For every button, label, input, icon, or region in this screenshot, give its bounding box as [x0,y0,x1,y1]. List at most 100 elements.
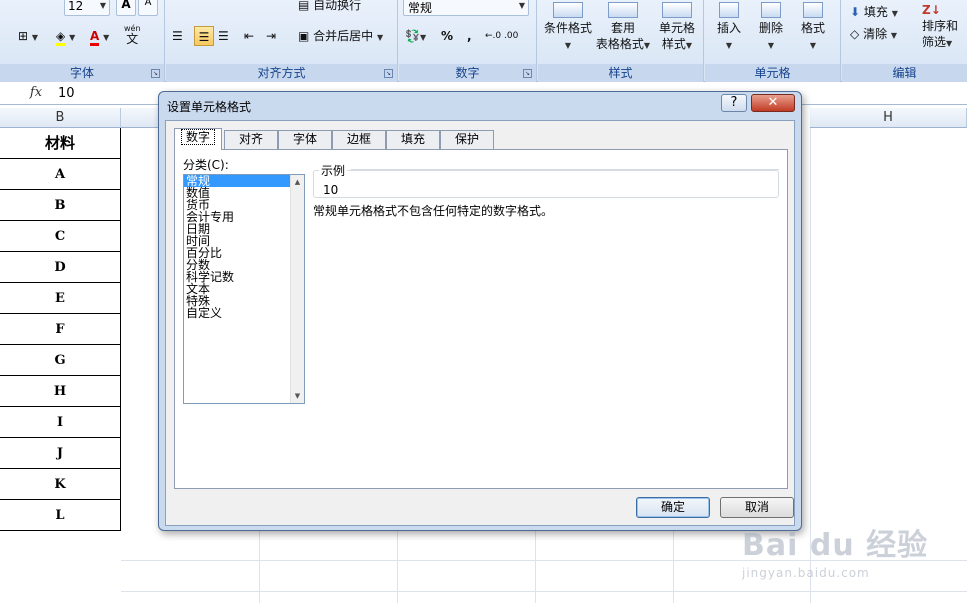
chevron-down-icon: ▼ [809,41,817,50]
tab-border[interactable]: 边框 [332,130,386,149]
table-format-button[interactable]: 套用 表格格式▼ [594,2,652,54]
close-button[interactable]: ✕ [751,94,795,112]
clear-button[interactable]: ◇ 清除 ▼ [850,24,897,44]
align-center-icon: ☰ [198,30,210,44]
insert-button[interactable]: 插入 ▼ [709,2,749,54]
number-group-label: 数字 [399,64,536,82]
cancel-button[interactable]: 取消 [720,497,794,518]
alignment-group-label: 对齐方式 [166,64,397,82]
percent-button[interactable]: % [441,26,453,46]
fill-button[interactable]: ⬇ 填充 ▼ [850,2,898,22]
help-button[interactable]: ? [721,94,747,112]
gridline [121,591,967,592]
chevron-down-icon: ▼ [419,33,427,42]
table-row[interactable]: G [0,345,121,376]
number-format-value: 常规 [408,1,433,15]
cell-style-icon [662,2,692,18]
indent-increase-icon: ⇥ [266,29,277,43]
chevron-down-icon: ▼ [31,33,39,42]
fill-color-button[interactable]: ◈ ▼ [56,26,75,46]
category-label: 分类(C): [183,158,229,172]
table-row[interactable]: B [0,190,121,221]
chevron-down-icon: ▼ [643,41,651,50]
table-row[interactable]: F [0,314,121,345]
decrease-indent-button[interactable]: ⇤ [244,26,254,46]
table-row[interactable]: H [0,376,121,407]
eraser-icon: ◇ [850,27,860,41]
delete-button[interactable]: 删除 ▼ [751,2,791,54]
table-row[interactable]: C [0,221,121,252]
increase-indent-button[interactable]: ⇥ [266,26,276,46]
chevron-down-icon: ▼ [103,33,110,42]
category-scrollbar[interactable]: ▲ ▼ [290,175,304,403]
font-group-label: 字体 [0,64,164,82]
dialog-launcher-icon[interactable]: ↘ [523,69,532,78]
tab-protection[interactable]: 保护 [440,130,494,149]
number-group: 常规 ▼ 💱▼ % , ←.0 .00 数字 ↘ [399,0,537,82]
ok-button[interactable]: 确定 [636,497,710,518]
tab-font[interactable]: 字体 [278,130,332,149]
phonetic-char: 文 [126,32,139,46]
increase-decimal-button[interactable]: ←.0 .00 [485,26,518,46]
wrap-text-icon: ▤ [298,0,310,12]
accounting-format-button[interactable]: 💱▼ [405,26,426,46]
format-description: 常规单元格格式不包含任何特定的数字格式。 [313,204,554,218]
table-row[interactable]: A [0,159,121,190]
delete-cells-icon [761,2,781,18]
scroll-up-icon[interactable]: ▲ [291,175,304,189]
border-button[interactable]: ⊞ ▼ [18,26,38,46]
cell-style-button[interactable]: 单元格 样式▼ [652,2,702,54]
list-item[interactable]: 自定义 [184,307,304,319]
column-header-h[interactable]: H [810,108,967,128]
header-cell[interactable]: 材料 [0,128,121,159]
editing-group: ⬇ 填充 ▼ ◇ 清除 ▼ Z↓ 排序和 筛选▼ 编辑 [842,0,967,82]
sample-divider [351,169,779,170]
font-size-value: 12 [68,0,84,13]
chevron-down-icon: ▼ [69,33,76,42]
number-format-select[interactable]: 常规 ▼ [403,0,529,16]
table-row[interactable]: D [0,252,121,283]
chevron-down-icon: ▼ [946,39,953,48]
dialog-launcher-icon[interactable]: ↘ [384,69,393,78]
category-items: 常规 数值 货币 会计专用 日期 时间 百分比 分数 科学记数 文本 特殊 自定义 [184,175,304,319]
table-row[interactable]: J [0,438,121,469]
table-row[interactable]: K [0,469,121,500]
font-size-select[interactable]: 12 ▼ [64,0,110,16]
tab-alignment[interactable]: 对齐 [224,130,278,149]
scroll-down-icon[interactable]: ▼ [291,389,304,403]
tab-number[interactable]: 数字 [174,128,222,150]
category-list[interactable]: 常规 数值 货币 会计专用 日期 时间 百分比 分数 科学记数 文本 特殊 自定义 ▲ ▼ [183,174,305,404]
font-color-button[interactable]: A ▼ [90,26,109,46]
comma-button[interactable]: , [467,26,472,46]
table-row[interactable]: L [0,500,121,531]
font-color-icon: A [90,29,100,46]
watermark-logo-text: Bai du 经验 [742,528,929,563]
font-grow-button[interactable]: A [116,0,136,16]
format-button[interactable]: 格式 ▼ [793,2,833,54]
dialog-launcher-icon[interactable]: ↘ [151,69,160,78]
formula-input[interactable]: 10 [58,86,75,101]
watermark: Bai du 经验 jingyan.baidu.com [742,520,928,580]
tab-fill[interactable]: 填充 [386,130,440,149]
align-center-button[interactable]: ☰ [194,26,214,46]
function-icon[interactable]: fx [24,85,48,103]
font-shrink-button[interactable]: A [138,0,158,16]
table-row[interactable]: E [0,283,121,314]
merge-center-button[interactable]: ▣ 合并后居中 ▼ [298,26,383,46]
paint-bucket-icon: ◈ [56,29,66,46]
insert-cells-icon [719,2,739,18]
wrap-text-button[interactable]: ▤ 自动换行 [298,0,361,15]
align-left-button[interactable]: ☰ [172,26,183,46]
conditional-format-button[interactable]: 条件格式 ▼ [540,2,596,54]
dialog-body: 数字 对齐 字体 边框 填充 保护 分类(C): 常规 数值 货币 会计专用 日期 时间百… [165,120,795,526]
sample-value: 10 [323,183,339,197]
merge-icon: ▣ [298,29,310,43]
table-row[interactable]: I [0,407,121,438]
sort-filter-button[interactable]: Z↓ 排序和 筛选▼ [922,2,967,52]
align-right-button[interactable]: ☰ [218,26,229,46]
number-tab-page: 分类(C): 常规 数值 货币 会计专用 日期 时间 百分比 分数 科学记数 文本 特殊 自定义 ▲ … [174,149,788,489]
chevron-down-icon: ▼ [890,31,898,40]
watermark-url: jingyan.baidu.com [742,566,870,580]
column-header-b[interactable]: B [0,108,121,128]
phonetic-button[interactable]: wén 文 [124,24,141,46]
